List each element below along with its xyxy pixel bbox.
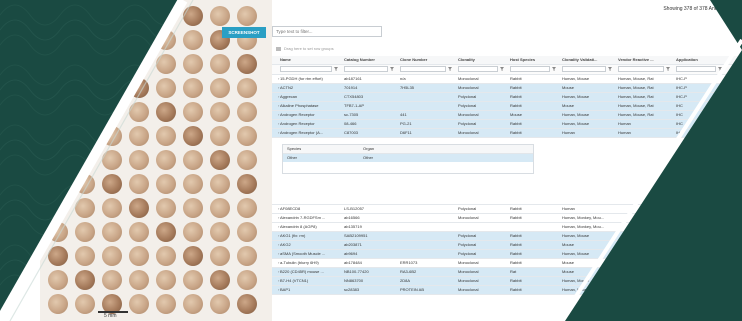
banner-stage: 5 mm SCREENSHOT Showing 378 of 378 Antib…: [0, 0, 742, 321]
decorative-overlay: [0, 0, 742, 321]
right-brand-band: [558, 0, 742, 321]
left-brand-band: [0, 0, 194, 321]
